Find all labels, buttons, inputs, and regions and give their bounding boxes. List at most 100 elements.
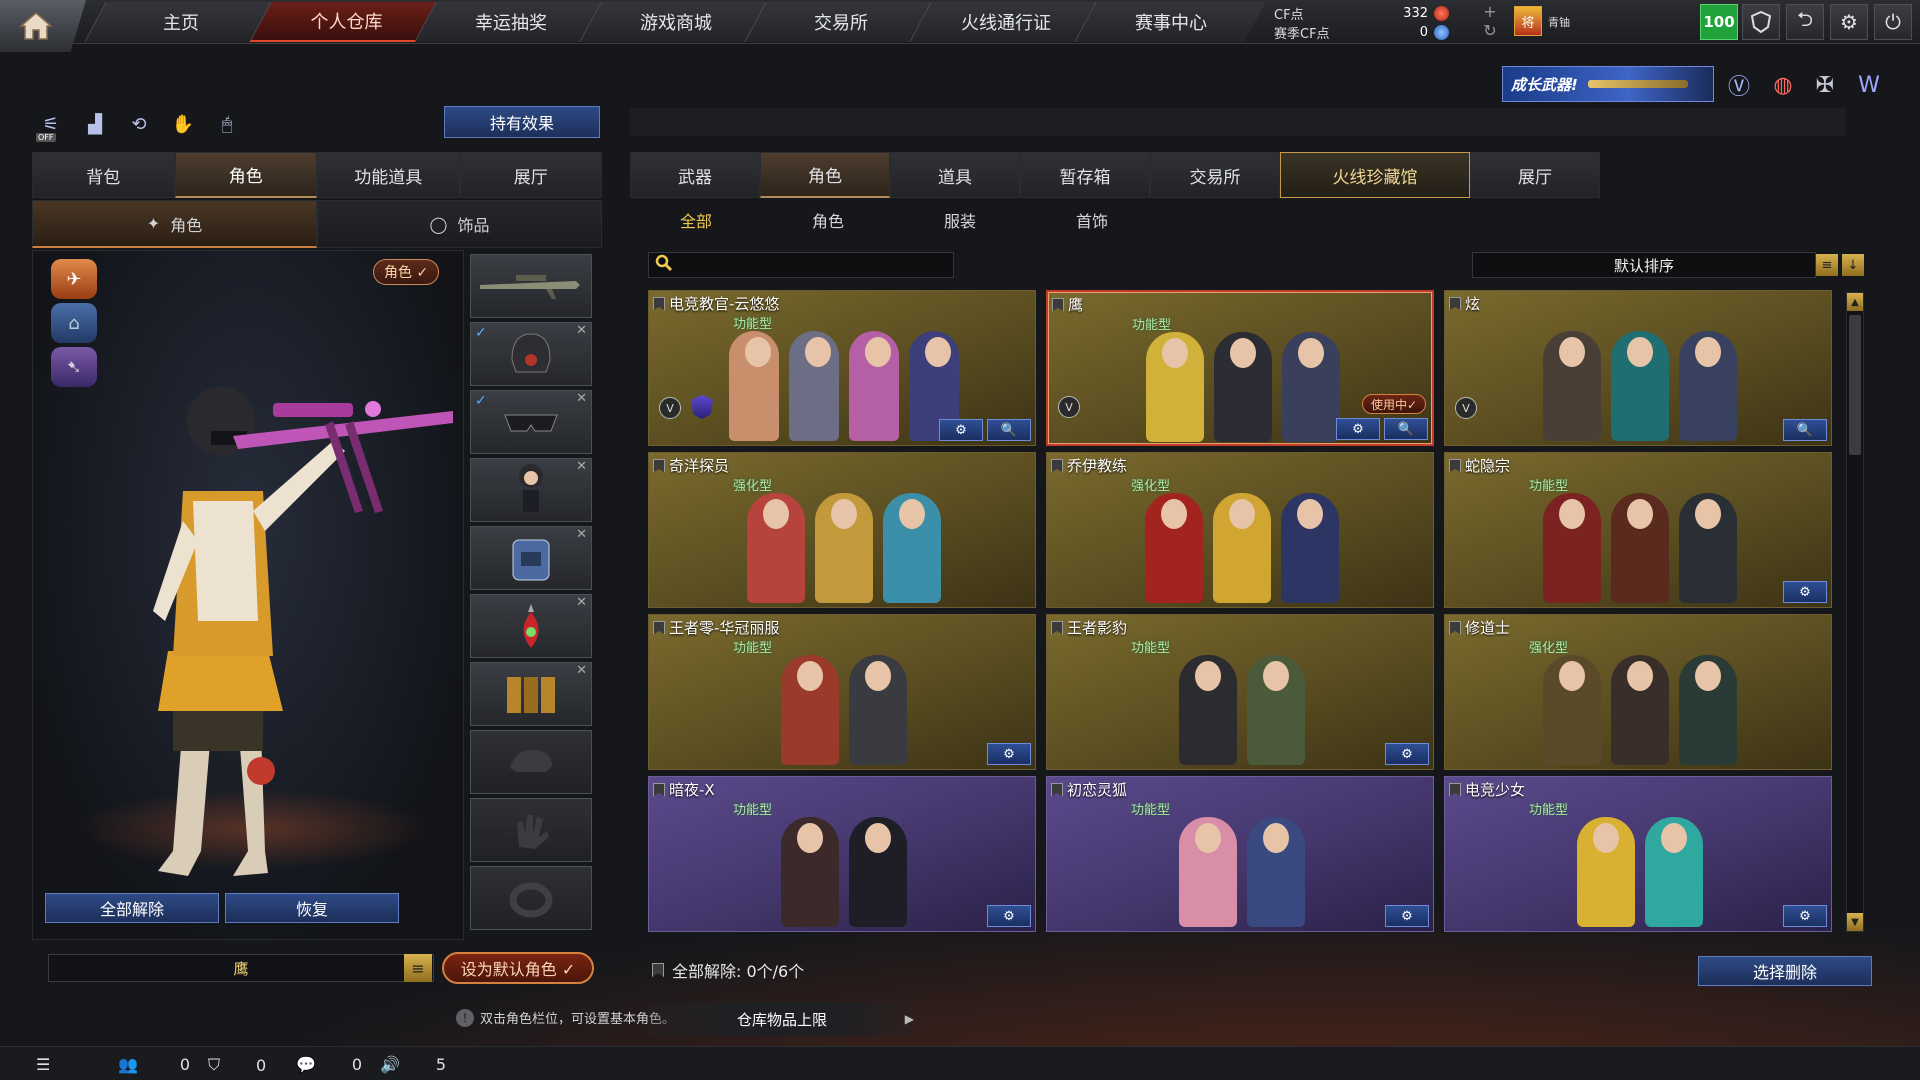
hold-effect-button[interactable]: 持有效果: [444, 106, 600, 138]
remove-icon[interactable]: ✕: [576, 595, 587, 610]
crossed-emblem-icon[interactable]: ✠: [1808, 68, 1842, 102]
zoom-button[interactable]: 🔍: [1783, 419, 1827, 441]
home-button[interactable]: [0, 0, 86, 52]
slot-goggles[interactable]: ✓ ✕: [470, 390, 592, 454]
tab-storage-box[interactable]: 暂存箱: [1020, 152, 1150, 198]
zoom-button[interactable]: 🔍: [987, 419, 1031, 441]
menu-icon[interactable]: ≡: [404, 954, 432, 982]
refresh-icon[interactable]: ↻: [1480, 21, 1500, 40]
pose-icon[interactable]: ✋: [166, 108, 200, 140]
filter-jewelry[interactable]: 首饰: [1026, 204, 1158, 236]
tab-exchange[interactable]: 交易所: [1150, 152, 1280, 198]
slot-weapon[interactable]: [470, 254, 592, 318]
left-tab-backpack[interactable]: 背包: [32, 152, 175, 198]
slot-figure[interactable]: ✕: [470, 458, 592, 522]
left-tab-character[interactable]: 角色: [174, 152, 317, 198]
sub-tab-accessory[interactable]: ◯ 饰品: [317, 200, 602, 248]
customize-button[interactable]: ⚙: [939, 419, 983, 441]
character-card[interactable]: 初恋灵狐 功能型 ⚙: [1046, 776, 1434, 932]
power-icon[interactable]: ⏻: [1874, 4, 1912, 40]
scroll-down-icon[interactable]: ▼: [1847, 913, 1863, 931]
v-emblem-icon[interactable]: Ⓥ: [1722, 68, 1756, 102]
slot-empty-glove[interactable]: [470, 798, 592, 862]
character-preview[interactable]: ✈ ⌂ ➷ 角色 ✓ 全部解除 恢复: [32, 250, 464, 940]
remove-icon[interactable]: ✕: [576, 527, 587, 542]
filter-clothing[interactable]: 服装: [894, 204, 1026, 236]
globe-emblem-icon[interactable]: ◍: [1766, 68, 1800, 102]
customize-button[interactable]: ⚙: [1783, 581, 1827, 603]
nav-tab-exchange[interactable]: 交易所: [744, 2, 936, 42]
remove-icon[interactable]: ✕: [576, 323, 587, 338]
bookmark-icon[interactable]: [653, 782, 665, 797]
bookmark-icon[interactable]: [1051, 620, 1063, 635]
bookmark-icon[interactable]: [653, 620, 665, 635]
list-icon[interactable]: ≡: [1816, 254, 1838, 276]
nav-tab-home[interactable]: 主页: [84, 2, 276, 42]
character-card[interactable]: 修道士 强化型: [1444, 614, 1832, 770]
customize-button[interactable]: ⚙: [987, 905, 1031, 927]
mouse-icon[interactable]: 🖱: [210, 108, 244, 140]
filter-character[interactable]: 角色: [762, 204, 894, 236]
nav-tab-pass[interactable]: 火线通行证: [909, 2, 1101, 42]
restore-button[interactable]: 恢复: [225, 893, 399, 923]
character-card[interactable]: 王者零-华冠丽服 功能型 ⚙: [648, 614, 1036, 770]
tab-items[interactable]: 道具: [890, 152, 1020, 198]
character-card[interactable]: 炫 V 🔍: [1444, 290, 1832, 446]
shield-small-icon[interactable]: ⛉: [208, 1055, 220, 1075]
bookmark-icon[interactable]: [1052, 297, 1064, 312]
character-card[interactable]: 乔伊教练 强化型: [1046, 452, 1434, 608]
character-card[interactable]: 奇洋探员 强化型: [648, 452, 1036, 608]
customize-button[interactable]: ⚙: [1385, 905, 1429, 927]
customize-button[interactable]: ⚙: [987, 743, 1031, 765]
remove-icon[interactable]: ✕: [576, 663, 587, 678]
nav-tab-warehouse[interactable]: 个人仓库: [249, 2, 441, 42]
bookmark-icon[interactable]: [653, 296, 665, 311]
slot-helmet[interactable]: ✓ ✕: [470, 322, 592, 386]
nav-tab-lottery[interactable]: 幸运抽奖: [414, 2, 606, 42]
customize-button[interactable]: ⚙: [1783, 905, 1827, 927]
slot-backpack[interactable]: ✕: [470, 526, 592, 590]
customize-button[interactable]: ⚙: [1336, 418, 1380, 440]
bookmark-icon[interactable]: [1449, 296, 1461, 311]
bookmark-icon[interactable]: [1051, 458, 1063, 473]
return-icon[interactable]: ⮌: [1786, 4, 1824, 40]
bookmark-icon[interactable]: [653, 458, 665, 473]
rotate-icon[interactable]: ⟲: [122, 108, 156, 140]
bookmark-icon[interactable]: [1449, 620, 1461, 635]
bookmark-icon[interactable]: [1051, 782, 1063, 797]
customize-button[interactable]: ⚙: [1385, 743, 1429, 765]
slot-empty-ring[interactable]: [470, 866, 592, 930]
character-card[interactable]: 蛇隐宗 功能型 ⚙: [1444, 452, 1832, 608]
friends-icon[interactable]: 👥: [118, 1055, 138, 1074]
slot-empty-hat[interactable]: [470, 730, 592, 794]
scroll-thumb[interactable]: [1849, 315, 1861, 455]
speaker-icon[interactable]: 🔊: [380, 1055, 400, 1074]
add-currency-icon[interactable]: +: [1480, 2, 1500, 21]
role-pill[interactable]: 角色 ✓: [373, 259, 440, 285]
filter-all[interactable]: 全部: [630, 204, 762, 236]
set-default-character-button[interactable]: 设为默认角色 ✓: [442, 952, 594, 984]
list-menu-icon[interactable]: ☰: [36, 1055, 50, 1074]
tab-characters[interactable]: 角色: [760, 152, 890, 198]
podium-icon[interactable]: ▟: [78, 108, 112, 140]
character-card[interactable]: 鹰功能型 V 使用中✓ ⚙ 🔍: [1046, 290, 1434, 446]
nav-tab-events[interactable]: 赛事中心: [1074, 2, 1266, 42]
select-delete-button[interactable]: 选择删除: [1698, 956, 1872, 986]
shield-icon[interactable]: [1742, 4, 1780, 40]
bookmark-icon[interactable]: [1449, 782, 1461, 797]
remove-icon[interactable]: ✕: [576, 459, 587, 474]
w-emblem-icon[interactable]: W: [1852, 68, 1886, 102]
search-input[interactable]: [681, 257, 941, 273]
tab-showroom[interactable]: 展厅: [1470, 152, 1600, 198]
character-card[interactable]: 暗夜-X 功能型 ⚙: [648, 776, 1036, 932]
left-tab-function-items[interactable]: 功能道具: [317, 152, 460, 198]
sub-tab-character[interactable]: ✦ 角色: [32, 200, 317, 248]
release-all-button[interactable]: 全部解除: [45, 893, 219, 923]
left-tab-showroom[interactable]: 展厅: [459, 152, 602, 198]
character-card[interactable]: 电竞少女 功能型 ⚙: [1444, 776, 1832, 932]
level-badge[interactable]: 100: [1700, 4, 1738, 40]
card-scrollbar[interactable]: ▲ ▼: [1846, 292, 1864, 932]
slot-grenade[interactable]: ✕: [470, 594, 592, 658]
gear-icon[interactable]: ⚙: [1830, 4, 1868, 40]
character-card[interactable]: 王者影豹 功能型 ⚙: [1046, 614, 1434, 770]
